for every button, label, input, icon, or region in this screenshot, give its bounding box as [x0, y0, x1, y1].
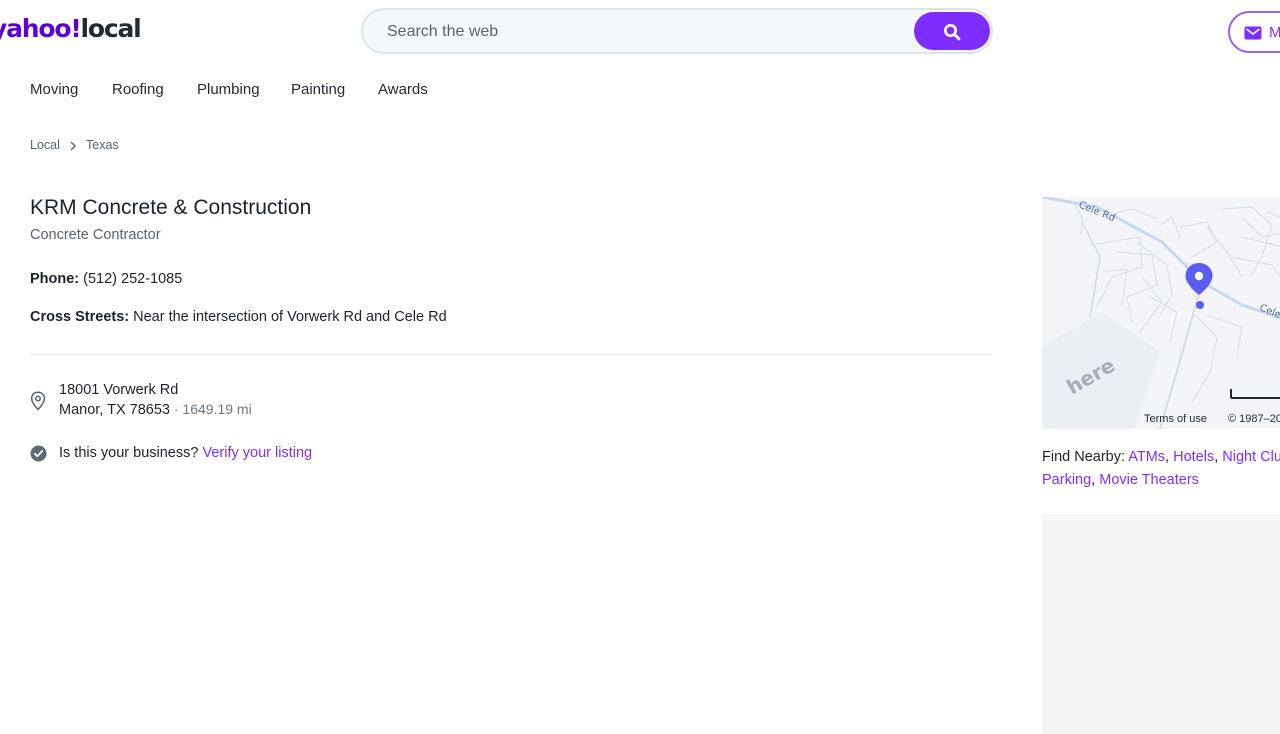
chevron-right-icon: [70, 141, 76, 151]
mail-button[interactable]: Mail: [1228, 11, 1280, 53]
nav-item-awards[interactable]: Awards: [378, 81, 428, 98]
nearby-link-movie-theaters[interactable]: Movie Theaters: [1099, 472, 1199, 488]
phone-row: Phone: (512) 252-1085: [30, 271, 182, 287]
search-input[interactable]: [385, 20, 909, 44]
verify-listing-link[interactable]: Verify your listing: [202, 445, 312, 461]
nav-item-roofing[interactable]: Roofing: [112, 81, 164, 98]
yahoo-local-logo[interactable]: yahoo!local: [0, 14, 140, 46]
distance: · 1649.19 mi: [169, 401, 252, 417]
logo-local-text: local: [80, 14, 140, 43]
map-view[interactable]: Cele Rd Cele here: [1042, 197, 1280, 429]
search-bar: [361, 8, 993, 54]
nearby-link-hotels[interactable]: Hotels: [1173, 449, 1214, 465]
cross-streets-value: Near the intersection of Vorwerk Rd and …: [133, 309, 447, 325]
map-copyright: © 1987–2024: [1228, 413, 1280, 425]
nav-item-moving[interactable]: Moving: [30, 81, 78, 98]
address-line1[interactable]: 18001 Vorwerk Rd: [59, 382, 178, 398]
nav-item-plumbing[interactable]: Plumbing: [197, 81, 260, 98]
find-nearby-label: Find Nearby:: [1042, 449, 1126, 465]
logo-slash-text: !: [70, 14, 81, 43]
nearby-link-night-clubs[interactable]: Night Clubs: [1222, 449, 1280, 465]
business-category[interactable]: Concrete Contractor: [30, 227, 161, 243]
nearby-link-atms[interactable]: ATMs: [1128, 449, 1165, 465]
nav-item-painting[interactable]: Painting: [291, 81, 345, 98]
map-terms-link[interactable]: Terms of use: [1144, 413, 1207, 425]
claim-question: Is this your business?: [59, 445, 199, 461]
breadcrumb-local[interactable]: Local: [30, 138, 60, 152]
mail-label: Mail: [1269, 24, 1280, 41]
map-tiles: Cele Rd Cele here: [1042, 197, 1280, 429]
business-name: KRM Concrete & Construction: [30, 196, 312, 219]
phone-number[interactable]: (512) 252-1085: [83, 271, 182, 287]
ad-placeholder: [1042, 514, 1280, 734]
breadcrumb-texas[interactable]: Texas: [86, 138, 119, 152]
address-line2-row: Manor, TX 78653 · 1649.19 mi: [59, 401, 252, 418]
logo-yahoo-text: yahoo: [0, 14, 72, 43]
mail-icon: [1244, 26, 1262, 40]
cross-streets-row: Cross Streets: Near the intersection of V…: [30, 309, 447, 325]
find-nearby: Find Nearby: ATMs, Hotels, Night Clubs, …: [1042, 446, 1280, 492]
address-line2[interactable]: Manor, TX 78653: [59, 402, 170, 418]
search-icon: [944, 24, 961, 41]
claim-business-row: Is this your business? Verify your listi…: [59, 445, 312, 461]
nearby-link-parking[interactable]: Parking: [1042, 472, 1091, 488]
location-pin-icon: [30, 391, 46, 411]
phone-label: Phone:: [30, 271, 80, 287]
search-button[interactable]: [914, 12, 990, 50]
cross-streets-label: Cross Streets:: [30, 309, 130, 325]
section-divider: [30, 354, 992, 355]
verified-check-icon: [30, 445, 47, 462]
